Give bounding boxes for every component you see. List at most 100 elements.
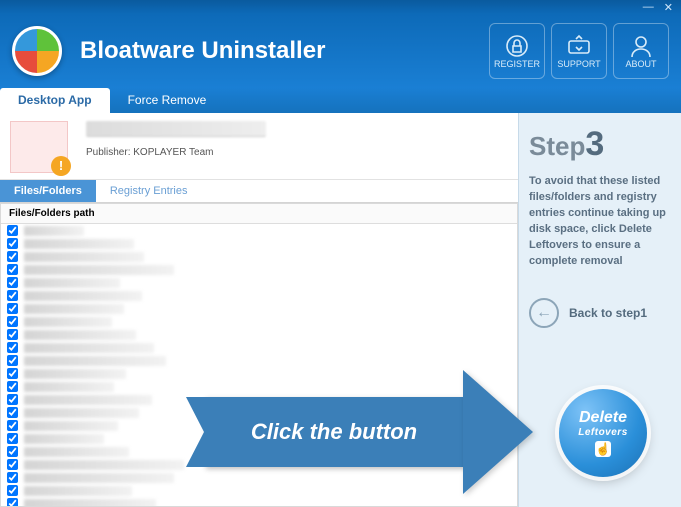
list-item[interactable] — [1, 224, 517, 237]
row-checkbox[interactable] — [7, 277, 18, 288]
file-path-redacted — [24, 356, 166, 366]
app-title: Bloatware Uninstaller — [80, 37, 483, 65]
subtab-files[interactable]: Files/Folders — [0, 180, 96, 202]
close-button[interactable]: ✕ — [664, 1, 673, 14]
list-item[interactable] — [1, 328, 517, 341]
step-description: To avoid that these listed files/folders… — [529, 174, 671, 270]
side-panel: Step3 To avoid that these listed files/f… — [518, 113, 681, 507]
about-button[interactable]: ABOUT — [613, 23, 669, 79]
row-checkbox[interactable] — [7, 498, 18, 506]
row-checkbox[interactable] — [7, 485, 18, 496]
app-name-redacted — [86, 121, 266, 137]
row-checkbox[interactable] — [7, 459, 18, 470]
file-path-redacted — [24, 473, 174, 483]
row-checkbox[interactable] — [7, 420, 18, 431]
row-checkbox[interactable] — [7, 407, 18, 418]
file-path-redacted — [24, 317, 112, 327]
file-path-redacted — [24, 343, 154, 353]
file-path-redacted — [24, 369, 126, 379]
app-logo — [12, 26, 62, 76]
row-checkbox[interactable] — [7, 433, 18, 444]
list-item[interactable] — [1, 289, 517, 302]
row-checkbox[interactable] — [7, 238, 18, 249]
publisher-label: Publisher: — [86, 147, 130, 158]
tab-force-remove[interactable]: Force Remove — [110, 88, 225, 113]
delete-label-1: Delete — [579, 409, 627, 427]
back-to-step1[interactable]: ← Back to step1 — [529, 298, 671, 328]
row-checkbox[interactable] — [7, 264, 18, 275]
file-list: Files/Folders path — [0, 203, 518, 507]
person-icon — [628, 33, 654, 59]
titlebar: — ✕ — [0, 0, 681, 14]
file-path-redacted — [24, 252, 144, 262]
list-item[interactable] — [1, 406, 517, 419]
row-checkbox[interactable] — [7, 225, 18, 236]
row-checkbox[interactable] — [7, 472, 18, 483]
minimize-button[interactable]: — — [643, 1, 654, 13]
row-checkbox[interactable] — [7, 290, 18, 301]
row-checkbox[interactable] — [7, 446, 18, 457]
delete-leftovers-button[interactable]: Delete Leftovers — [559, 389, 647, 477]
list-item[interactable] — [1, 302, 517, 315]
left-panel: Publisher: KOPLAYER Team Files/Folders R… — [0, 113, 518, 507]
file-path-redacted — [24, 421, 118, 431]
file-path-redacted — [24, 460, 184, 470]
list-item[interactable] — [1, 315, 517, 328]
row-checkbox[interactable] — [7, 316, 18, 327]
list-item[interactable] — [1, 276, 517, 289]
list-item[interactable] — [1, 250, 517, 263]
file-path-redacted — [24, 408, 139, 418]
row-checkbox[interactable] — [7, 342, 18, 353]
file-path-redacted — [24, 239, 134, 249]
list-item[interactable] — [1, 484, 517, 497]
cursor-icon — [595, 441, 611, 457]
list-item[interactable] — [1, 367, 517, 380]
row-checkbox[interactable] — [7, 355, 18, 366]
app-info: Publisher: KOPLAYER Team — [0, 113, 518, 180]
list-item[interactable] — [1, 432, 517, 445]
register-label: REGISTER — [494, 59, 540, 69]
wrench-icon — [566, 33, 592, 59]
list-item[interactable] — [1, 380, 517, 393]
row-checkbox[interactable] — [7, 303, 18, 314]
file-path-redacted — [24, 447, 129, 457]
tab-desktop-app[interactable]: Desktop App — [0, 88, 110, 113]
file-path-redacted — [24, 265, 174, 275]
list-item[interactable] — [1, 354, 517, 367]
app-icon — [10, 121, 68, 173]
row-checkbox[interactable] — [7, 381, 18, 392]
list-item[interactable] — [1, 497, 517, 506]
row-checkbox[interactable] — [7, 329, 18, 340]
register-button[interactable]: REGISTER — [489, 23, 545, 79]
list-item[interactable] — [1, 263, 517, 276]
step-heading: Step3 — [529, 125, 671, 164]
file-path-redacted — [24, 330, 136, 340]
file-path-redacted — [24, 278, 120, 288]
list-item[interactable] — [1, 458, 517, 471]
row-checkbox[interactable] — [7, 368, 18, 379]
publisher: Publisher: KOPLAYER Team — [86, 147, 508, 158]
file-path-redacted — [24, 486, 132, 496]
list-body[interactable] — [1, 224, 517, 506]
subtab-registry[interactable]: Registry Entries — [96, 180, 202, 202]
step-num: 3 — [585, 125, 604, 163]
list-item[interactable] — [1, 237, 517, 250]
list-item[interactable] — [1, 341, 517, 354]
lock-icon — [504, 33, 530, 59]
about-label: ABOUT — [625, 59, 656, 69]
list-item[interactable] — [1, 419, 517, 432]
delete-label-2: Leftovers — [578, 427, 628, 438]
file-path-redacted — [24, 434, 104, 444]
file-path-redacted — [24, 304, 124, 314]
back-label: Back to step1 — [569, 306, 647, 320]
file-path-redacted — [24, 291, 142, 301]
support-label: SUPPORT — [557, 59, 600, 69]
row-checkbox[interactable] — [7, 394, 18, 405]
row-checkbox[interactable] — [7, 251, 18, 262]
list-item[interactable] — [1, 445, 517, 458]
file-path-redacted — [24, 226, 84, 236]
arrow-left-icon: ← — [529, 298, 559, 328]
list-item[interactable] — [1, 471, 517, 484]
list-item[interactable] — [1, 393, 517, 406]
support-button[interactable]: SUPPORT — [551, 23, 607, 79]
